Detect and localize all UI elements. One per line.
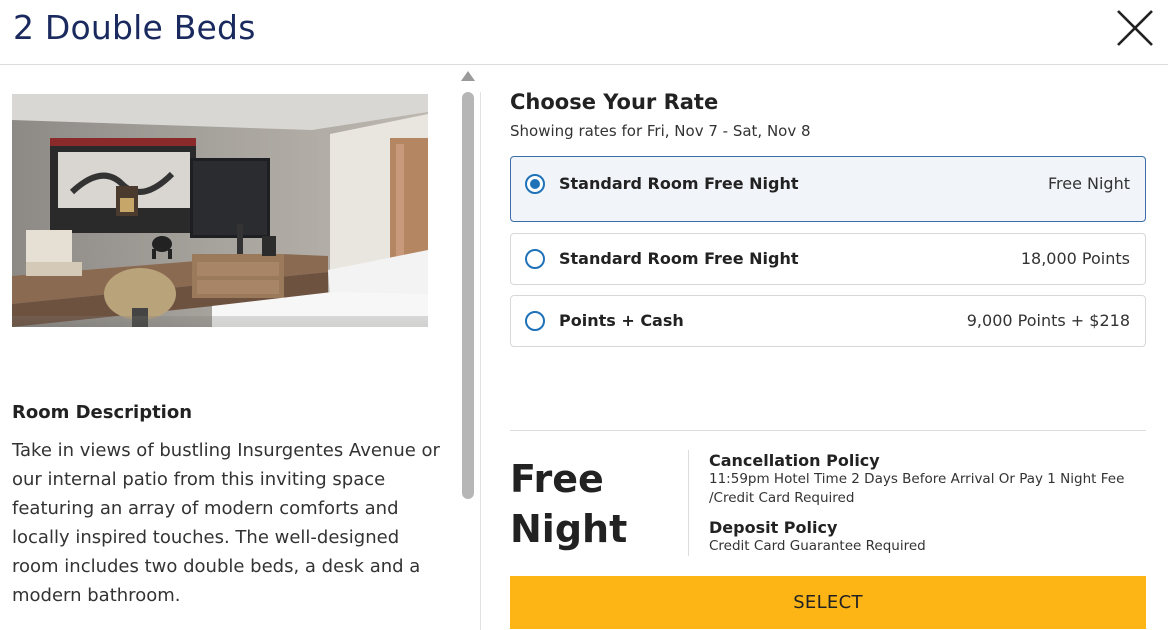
- rate-dates: Showing rates for Fri, Nov 7 - Sat, Nov …: [510, 122, 811, 140]
- rate-radio[interactable]: [525, 249, 545, 269]
- rate-option-price: Free Night: [1047, 174, 1130, 193]
- rate-option-price: 9,000 Points + $218: [966, 311, 1130, 330]
- rate-radio[interactable]: [525, 311, 545, 331]
- cancellation-policy-title: Cancellation Policy: [709, 451, 880, 470]
- rate-option-name: Points + Cash: [559, 311, 684, 330]
- close-icon: [1117, 10, 1153, 46]
- room-photo: [12, 94, 428, 327]
- rate-option-name: Standard Room Free Night: [559, 249, 799, 268]
- cancellation-policy: Cancellation Policy 11:59pm Hotel Time 2…: [709, 451, 1149, 508]
- selected-rate-price: Free Night: [510, 454, 680, 554]
- rate-option-standard-free-night[interactable]: Standard Room Free Night Free Night: [510, 156, 1146, 222]
- deposit-policy-title: Deposit Policy: [709, 518, 838, 537]
- deposit-policy-text: Credit Card Guarantee Required: [709, 538, 926, 554]
- room-description-title: Room Description: [12, 402, 193, 423]
- select-button[interactable]: SELECT: [510, 576, 1146, 629]
- close-button[interactable]: [1114, 7, 1156, 49]
- price-line-1: Free: [510, 457, 604, 501]
- deposit-policy: Deposit Policy Credit Card Guarantee Req…: [709, 518, 1149, 556]
- policy-divider: [688, 450, 689, 556]
- price-line-2: Night: [510, 507, 628, 551]
- rate-section-title: Choose Your Rate: [510, 90, 719, 114]
- modal-header: 2 Double Beds: [0, 0, 1168, 65]
- summary-divider: [510, 430, 1146, 431]
- column-divider: [480, 92, 481, 630]
- rate-option-points-cash[interactable]: Points + Cash 9,000 Points + $218: [510, 295, 1146, 347]
- cancellation-policy-text: 11:59pm Hotel Time 2 Days Before Arrival…: [709, 471, 1125, 506]
- rate-option-name: Standard Room Free Night: [559, 174, 799, 193]
- rate-option-price: 18,000 Points: [1020, 249, 1130, 268]
- rate-radio-selected[interactable]: [525, 174, 545, 194]
- rate-option-standard-points[interactable]: Standard Room Free Night 18,000 Points: [510, 233, 1146, 285]
- room-description-text: Take in views of bustling Insurgentes Av…: [12, 440, 440, 606]
- scroll-up-arrow-icon[interactable]: [461, 71, 475, 81]
- scrollbar-thumb[interactable]: [462, 92, 474, 499]
- page-title: 2 Double Beds: [13, 8, 256, 47]
